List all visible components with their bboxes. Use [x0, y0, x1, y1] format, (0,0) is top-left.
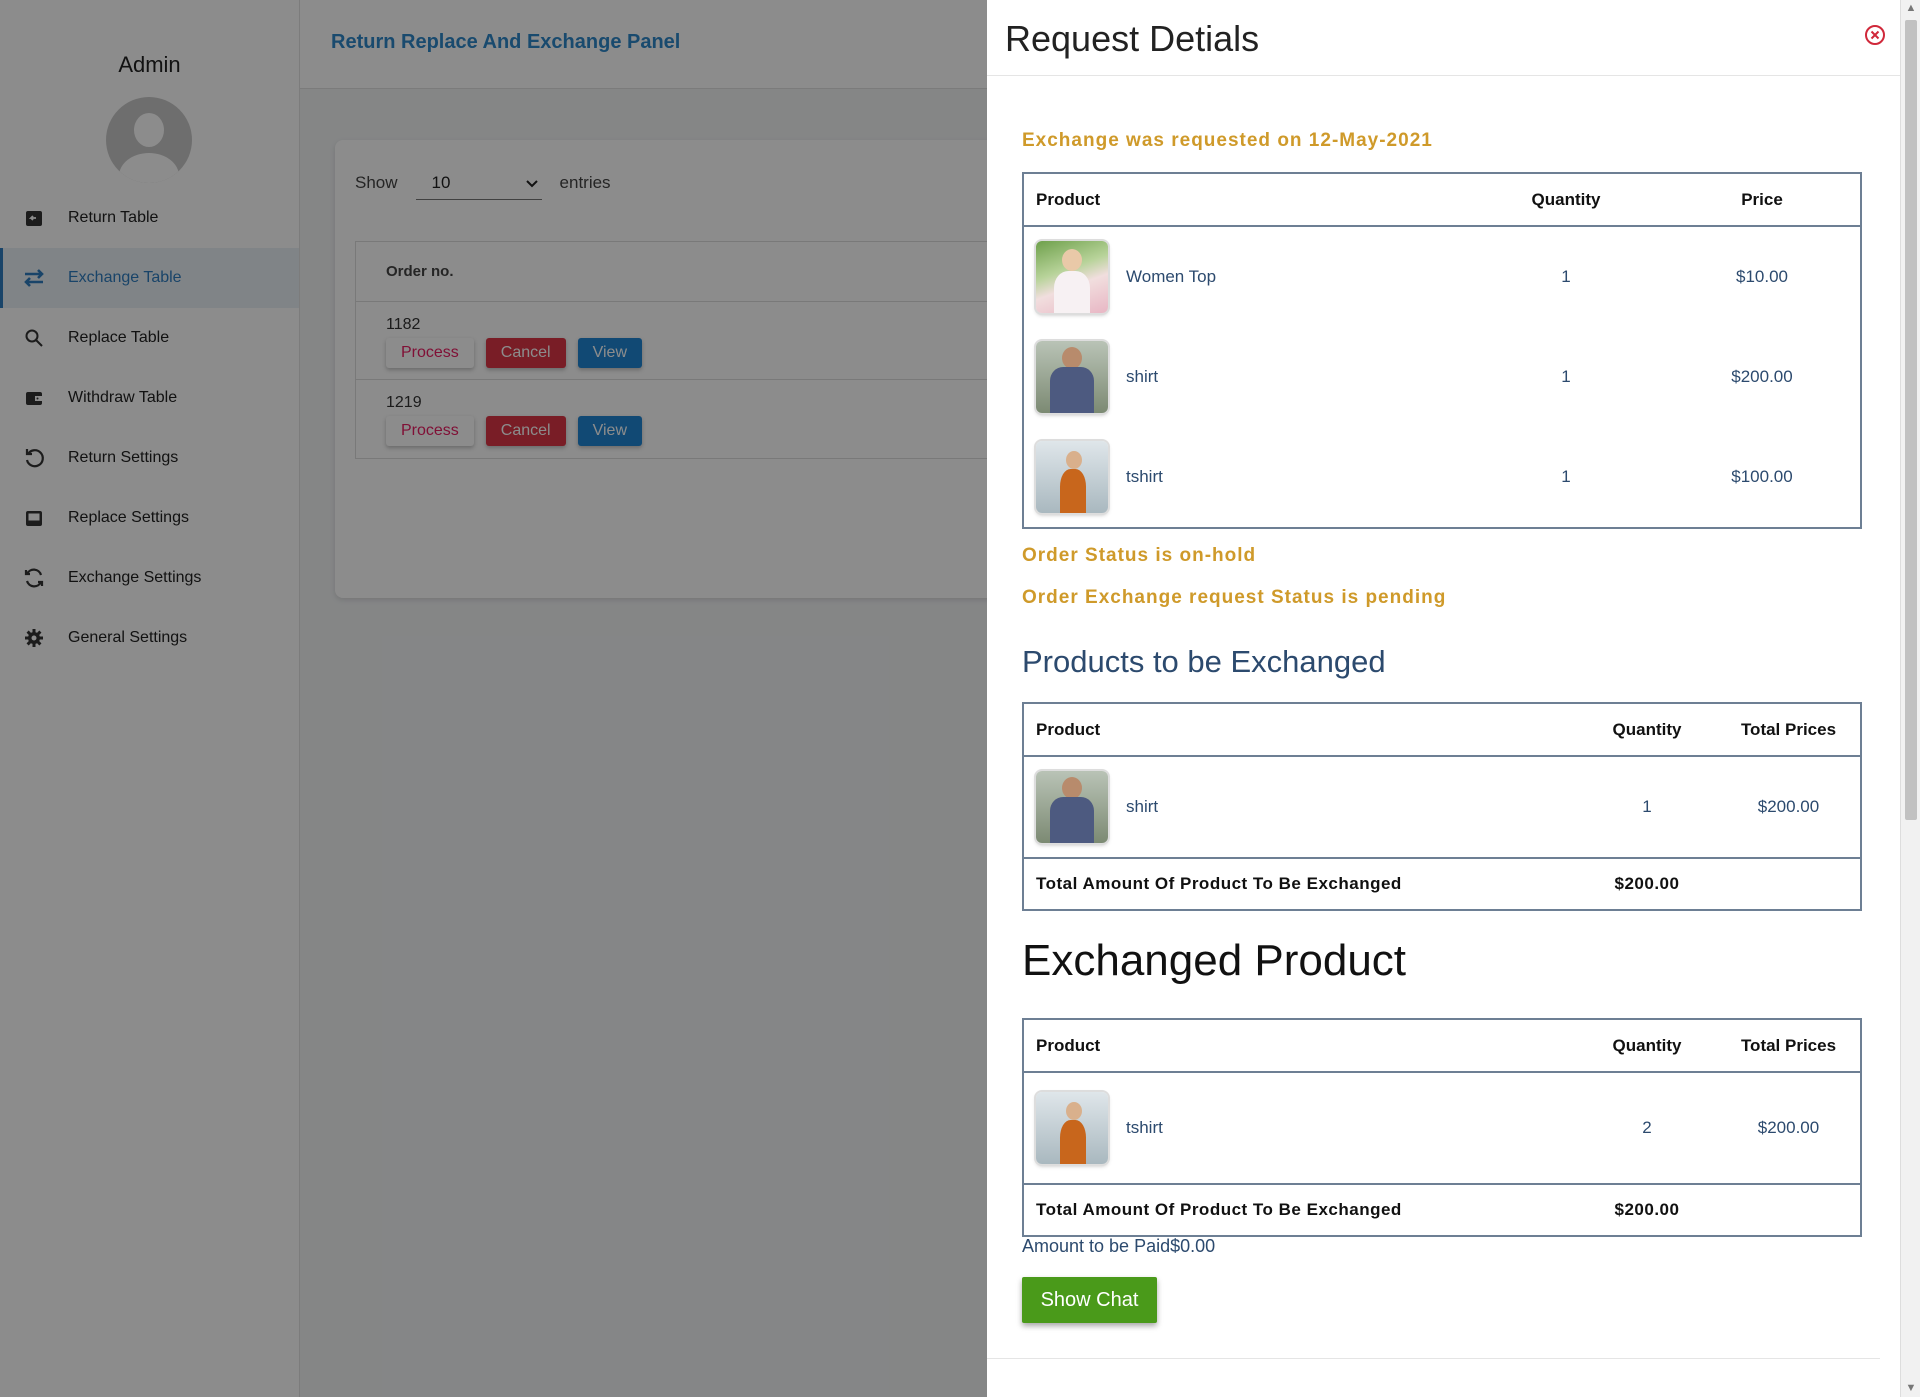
divider [987, 1358, 1880, 1359]
price-cell: $10.00 [1736, 267, 1788, 286]
product-thumbnail [1036, 341, 1108, 413]
drawer-title: Request Detials [1005, 18, 1260, 59]
column-header-quantity: Quantity [1531, 189, 1601, 209]
close-icon[interactable] [1864, 24, 1886, 46]
table-row: Women Top 1 $10.00 [1024, 227, 1860, 327]
product-thumbnail [1036, 771, 1108, 843]
total-amount-value: $200.00 [1614, 874, 1680, 893]
table-footer-row: Total Amount Of Product To Be Exchanged … [1024, 1183, 1860, 1235]
column-header-product: Product [1036, 1035, 1101, 1055]
exchanged-product-table: Product Quantity Total Prices tshirt 2 $… [1022, 1018, 1862, 1237]
product-thumbnail [1036, 441, 1108, 513]
show-chat-button[interactable]: Show Chat [1022, 1277, 1157, 1323]
products-to-be-exchanged-table: Product Quantity Total Prices shirt 1 $2… [1022, 702, 1862, 911]
product-name: shirt [1126, 367, 1159, 386]
drawer-header: Request Detials [987, 0, 1900, 76]
column-header-total-prices: Total Prices [1740, 1035, 1837, 1055]
product-name: shirt [1126, 797, 1159, 816]
scroll-up-icon[interactable]: ▲ [1905, 2, 1917, 14]
exchanged-product-title: Exchanged Product [1022, 936, 1407, 985]
product-name: tshirt [1126, 467, 1163, 486]
price-cell: $100.00 [1731, 467, 1793, 486]
quantity-cell: 1 [1561, 367, 1571, 386]
quantity-cell: 2 [1642, 1118, 1652, 1137]
scroll-thumb[interactable] [1905, 20, 1917, 820]
products-to-be-exchanged-title: Products to be Exchanged [1022, 644, 1386, 679]
table-row: tshirt 2 $200.00 [1024, 1073, 1860, 1183]
total-amount-label: Total Amount Of Product To Be Exchanged [1036, 874, 1402, 893]
price-cell: $200.00 [1731, 367, 1793, 386]
table-row: shirt 1 $200.00 [1024, 757, 1860, 857]
product-thumbnail [1036, 1092, 1108, 1164]
quantity-cell: 1 [1642, 797, 1652, 816]
quantity-cell: 1 [1561, 267, 1571, 286]
exchange-status-text: Order Exchange request Status is pending [1022, 587, 1447, 608]
column-header-quantity: Quantity [1612, 719, 1682, 739]
table-row: shirt 1 $200.00 [1024, 327, 1860, 427]
scrollbar[interactable]: ▲ ▼ [1900, 0, 1920, 1397]
total-cell: $200.00 [1757, 1118, 1820, 1137]
column-header-quantity: Quantity [1612, 1035, 1682, 1055]
column-header-product: Product [1036, 189, 1101, 209]
product-thumbnail [1036, 241, 1108, 313]
total-cell: $200.00 [1757, 797, 1820, 816]
order-status-text: Order Status is on-hold [1022, 545, 1257, 566]
order-products-table: Product Quantity Price Women Top 1 $10.0… [1022, 172, 1862, 529]
total-amount-label: Total Amount Of Product To Be Exchanged [1036, 1200, 1402, 1219]
scroll-down-icon[interactable]: ▼ [1905, 1382, 1917, 1394]
requested-on-text: Exchange was requested on 12-May-2021 [1022, 130, 1433, 151]
quantity-cell: 1 [1561, 467, 1571, 486]
column-header-product: Product [1036, 719, 1101, 739]
amount-to-be-paid: Amount to be Paid$0.00 [1022, 1236, 1216, 1256]
table-footer-row: Total Amount Of Product To Be Exchanged … [1024, 857, 1860, 909]
total-amount-value: $200.00 [1614, 1200, 1680, 1219]
product-name: tshirt [1126, 1118, 1163, 1137]
product-name: Women Top [1126, 267, 1217, 286]
column-header-total-prices: Total Prices [1740, 719, 1837, 739]
column-header-price: Price [1741, 189, 1783, 209]
request-details-drawer: Request Detials Exchange was requested o… [987, 0, 1900, 1397]
table-row: tshirt 1 $100.00 [1024, 427, 1860, 527]
